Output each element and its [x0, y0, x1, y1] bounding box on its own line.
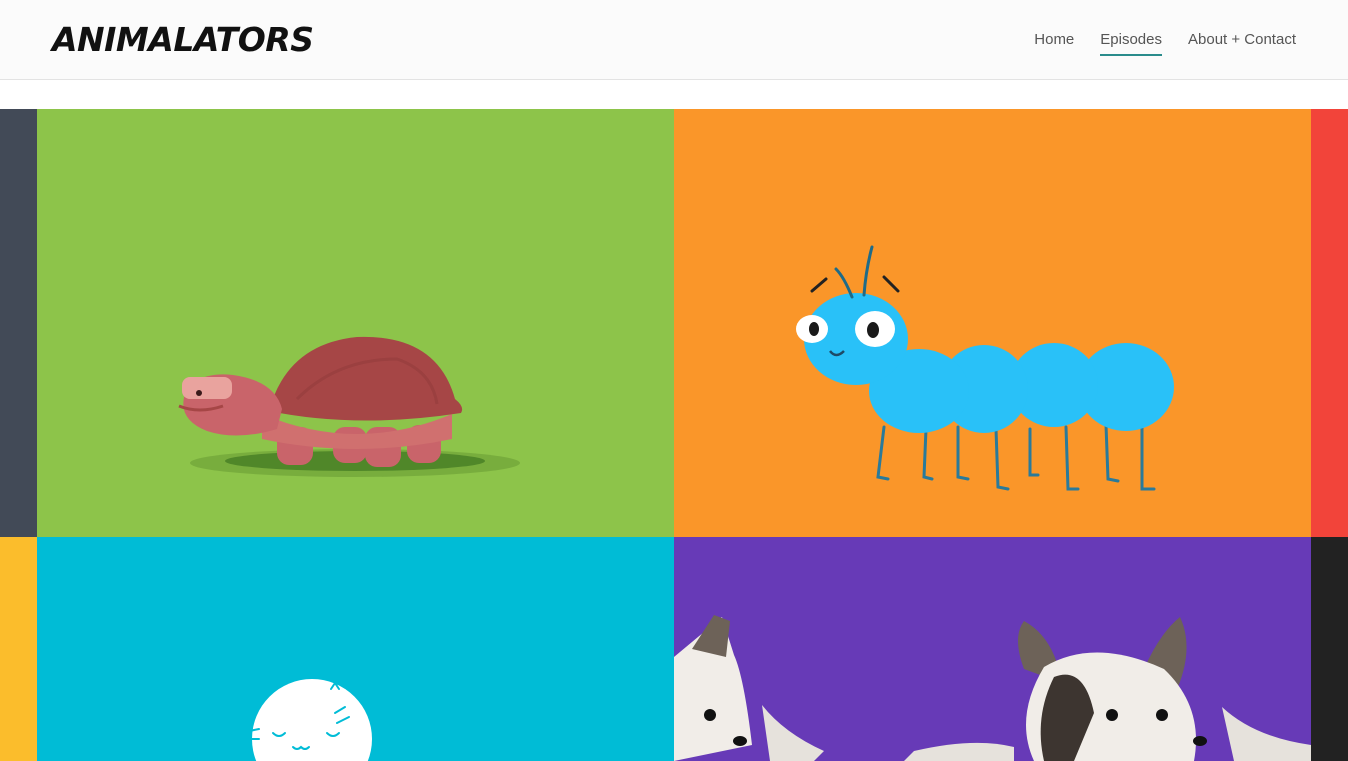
episode-tile-caterpillar[interactable]: [674, 109, 1311, 537]
cat-illustration: [246, 679, 372, 761]
color-strip-right-top: [1311, 109, 1348, 537]
dogs-illustration: [674, 615, 1311, 761]
main-nav: Home Episodes About + Contact: [1034, 30, 1296, 56]
site-header: ANIMALATORS Home Episodes About + Contac…: [0, 0, 1348, 80]
color-strip-right-bottom: [1311, 537, 1348, 761]
color-strip-left-top: [0, 109, 37, 537]
nav-episodes-link[interactable]: Episodes: [1100, 30, 1162, 56]
episode-tile-turtle[interactable]: [37, 109, 674, 537]
caterpillar-illustration: [796, 245, 1174, 491]
episode-tile-dogs[interactable]: [674, 537, 1311, 761]
episode-tile-cat[interactable]: [37, 537, 674, 761]
nav-home-link[interactable]: Home: [1034, 30, 1074, 56]
nav-about-contact-link[interactable]: About + Contact: [1188, 30, 1296, 56]
color-strip-left-bottom: [0, 537, 37, 761]
site-logo[interactable]: ANIMALATORS: [52, 18, 314, 62]
turtle-illustration: [178, 336, 520, 477]
